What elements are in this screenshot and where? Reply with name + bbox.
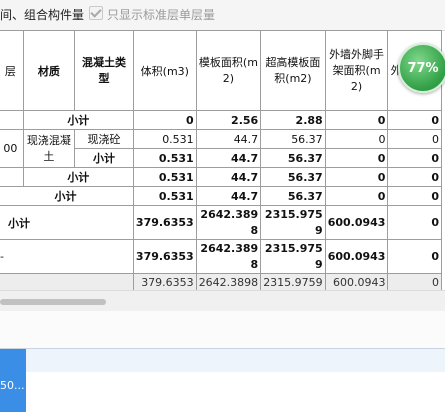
table-row[interactable]: - 379.6353 2642.3898 2315.9759 600.0943 … [0,239,442,274]
subtotal-label: 小计 [0,205,134,240]
material-cell: 现浇混凝土 [22,129,76,168]
quantity-table: 层 材质 混凝土类型 体积(m3) 模板面积(m2) 超高模板面积(m2) 外墙… [0,30,442,290]
header-material[interactable]: 材质 [22,30,76,111]
subtotal-label: 小计 [74,148,134,168]
subtotal-label: 小计 [22,167,134,187]
spacer [0,311,445,348]
header-scaffold[interactable]: 外墙外脚手架面积(m2) [324,30,389,111]
horizontal-scrollbar[interactable] [0,290,445,311]
total-row: 379.6353 2642.3898 2315.9759 600.0943 0 [0,273,442,290]
header-floor[interactable]: 层 [0,30,24,111]
table-row[interactable]: 00 现浇混凝土 现浇砼 0.531 44.7 56.37 0 0 [0,129,442,168]
quantity-table-container: 层 材质 混凝土类型 体积(m3) 模板面积(m2) 超高模板面积(m2) 外墙… [0,30,445,290]
bottom-panel-row[interactable] [0,398,445,412]
table-row[interactable]: 小计 0 2.56 2.88 0 0 [0,110,442,130]
subtotal-label: 小计 [0,186,134,206]
header-formwork[interactable]: 模板面积(m2) [195,30,262,111]
header-volume[interactable]: 体积(m3) [132,30,197,111]
row-text: 50... [0,379,25,392]
floor-cell: 00 [0,129,24,168]
selected-cell[interactable] [0,398,26,412]
toolbar: 间、组合构件量 只显示标准层单层量 [0,0,445,31]
header-row: 层 材质 混凝土类型 体积(m3) 模板面积(m2) 超高模板面积(m2) 外墙… [0,30,442,111]
standard-floor-checkbox-label[interactable]: 只显示标准层单层量 [107,6,215,23]
progress-badge[interactable]: 77% [398,43,445,93]
bottom-panel-header [0,348,445,372]
bottom-panel-row[interactable]: 50... [0,372,445,399]
concrete-type-cell: 现浇砼 [74,129,134,149]
table-row[interactable]: 小计 0.531 44.7 56.37 0 0 [0,167,442,187]
floor-total-label: - [0,239,134,274]
subtotal-label: 小计 [22,110,134,130]
standard-floor-checkbox[interactable] [89,6,103,20]
header-high-formwork[interactable]: 超高模板面积(m2) [260,30,326,111]
table-row[interactable]: 小计 379.6353 2642.3898 2315.9759 600.0943… [0,205,442,240]
bottom-panel-header-selected-cell[interactable] [0,349,26,372]
table-row[interactable]: 小计 0.531 44.7 56.37 0 0 [0,186,442,206]
scrollbar-thumb[interactable] [0,299,106,305]
header-concrete-type[interactable]: 混凝土类型 [74,30,134,111]
toolbar-text: 间、组合构件量 [0,8,85,22]
